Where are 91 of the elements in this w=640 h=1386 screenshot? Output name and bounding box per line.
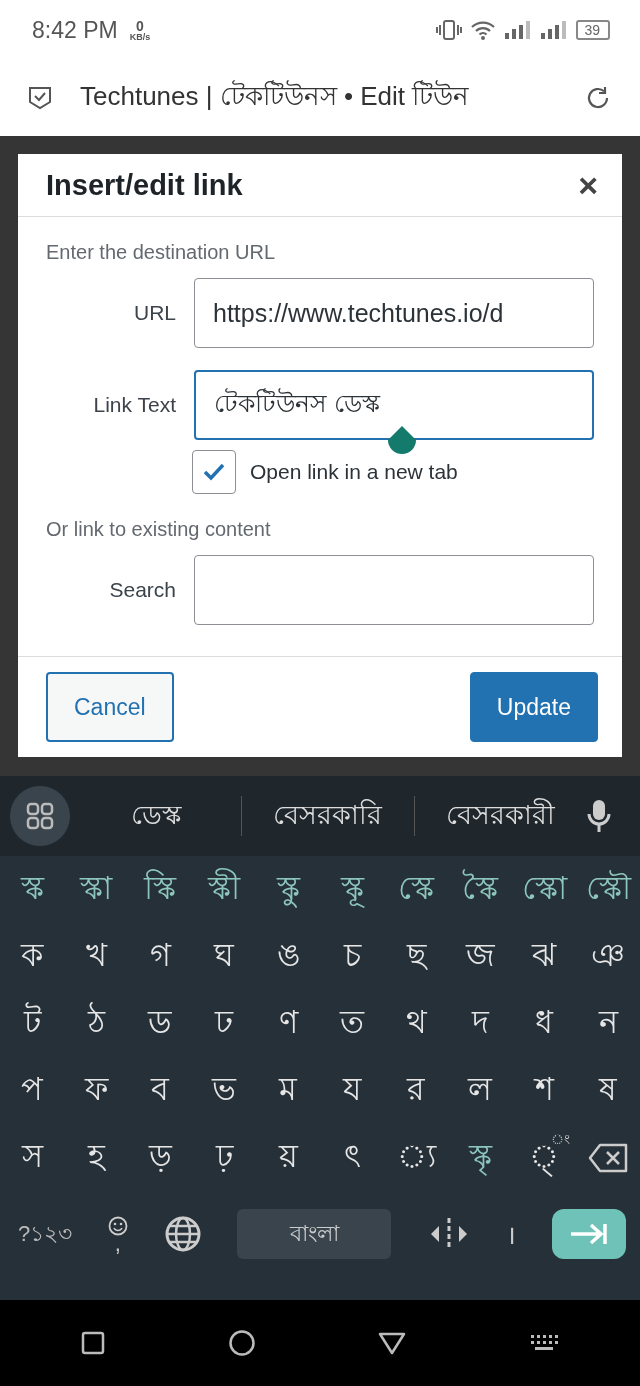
backspace-icon[interactable] xyxy=(588,1142,628,1173)
keyboard-key[interactable]: প xyxy=(21,1063,43,1118)
keyboard-key[interactable]: ন xyxy=(598,996,618,1051)
dialog-title: Insert/edit link xyxy=(46,168,243,202)
page-title: Techtunes | টেকটিউনস • Edit টিউন xyxy=(80,79,470,113)
signal-icon xyxy=(540,19,569,41)
update-button[interactable]: Update xyxy=(469,672,598,742)
keyboard-key[interactable]: ঢ xyxy=(215,996,233,1051)
keyboard-key[interactable]: দ xyxy=(471,996,489,1051)
keyboard-key[interactable]: স্কী xyxy=(208,862,240,917)
input-field[interactable]: https://www.techtunes.io/d xyxy=(194,278,594,348)
keyboard-key[interactable]: ট xyxy=(23,996,41,1051)
space-key[interactable]: বাংলা xyxy=(237,1209,392,1259)
keyboard-key[interactable]: ণ xyxy=(278,996,298,1051)
checkbox[interactable] xyxy=(192,450,236,494)
field-label: Search xyxy=(108,578,176,602)
next-button[interactable] xyxy=(552,1209,626,1259)
network-speed-unit: KB/s xyxy=(129,32,151,42)
keyboard-key[interactable]: য xyxy=(343,1063,361,1118)
symbols-key[interactable]: ?১২৩ xyxy=(18,1215,73,1253)
keyboard-key[interactable]: স্কি xyxy=(144,862,176,917)
status-time: 8:42 PM xyxy=(32,16,118,44)
keyboard-key[interactable]: স xyxy=(21,1130,43,1185)
input-field[interactable]: টেকটিউনস ডেস্ক xyxy=(194,370,594,440)
keyboard-key[interactable]: ব xyxy=(151,1063,169,1118)
suggestion[interactable]: বেসরকারী xyxy=(414,793,586,839)
keyboard-key[interactable]: ঝ xyxy=(532,929,556,984)
comma-key[interactable]: , xyxy=(114,1236,121,1252)
grid-icon xyxy=(25,801,55,831)
keyboard-key[interactable]: স্কু xyxy=(276,862,300,917)
field-label: URL xyxy=(133,301,176,325)
battery-level: 39 xyxy=(576,20,610,40)
shield-icon xyxy=(28,85,52,111)
keyboard-key[interactable]: ◌্য xyxy=(396,1130,436,1185)
keyboard-key[interactable]: জ xyxy=(465,929,495,984)
keyboard-key[interactable]: থ xyxy=(405,996,427,1051)
keyboard-key[interactable]: স্কে xyxy=(398,862,434,917)
checkbox-label: Open link in a new tab xyxy=(250,460,458,484)
keyboard-key[interactable]: খ xyxy=(85,929,107,984)
emoji-icon[interactable] xyxy=(107,1216,128,1236)
keyboard-key[interactable]: ড় xyxy=(148,1130,172,1185)
network-speed: 0 xyxy=(136,18,144,33)
microphone-icon[interactable] xyxy=(586,798,612,834)
back-icon[interactable] xyxy=(378,1331,407,1355)
keyboard-key[interactable]: ৎ xyxy=(343,1130,361,1185)
keyboard-key[interactable]: ল xyxy=(468,1063,492,1118)
keyboard-key[interactable]: ফ xyxy=(84,1063,108,1118)
keyboard-key[interactable]: ঘ xyxy=(214,929,234,984)
keyboard-key[interactable]: চ xyxy=(343,929,361,984)
field-label: Link Text xyxy=(92,393,176,417)
keyboard-key[interactable]: ধ xyxy=(535,996,553,1051)
wifi-icon xyxy=(470,19,497,41)
signal-icon xyxy=(504,19,533,41)
keyboard-key[interactable]: স্কূ xyxy=(340,862,364,917)
keyboard-key[interactable]: য় xyxy=(278,1130,298,1185)
search-field[interactable] xyxy=(194,555,594,625)
suggestion[interactable]: বেসরকারি xyxy=(242,793,414,839)
keyboard-key[interactable]: গ xyxy=(149,929,171,984)
keyboard-icon[interactable] xyxy=(528,1333,559,1353)
key-hint: ◌ং xyxy=(551,1130,570,1147)
cancel-button[interactable]: Cancel xyxy=(46,672,174,742)
home-icon[interactable] xyxy=(227,1329,256,1357)
keyboard-key[interactable]: ভ xyxy=(212,1063,236,1118)
keyboard-key[interactable]: ছ xyxy=(406,929,426,984)
keyboard-key[interactable]: স্কো xyxy=(521,862,567,917)
keyboard-key[interactable]: শ xyxy=(534,1063,554,1118)
keyboard-key[interactable]: স্কৌ xyxy=(585,862,631,917)
suggestion[interactable]: ডেস্ক xyxy=(70,793,242,839)
keyboard-key[interactable]: ত xyxy=(340,996,364,1051)
keyboard-key[interactable]: স্কৈ xyxy=(462,862,498,917)
close-button[interactable]: × xyxy=(572,165,604,205)
keyboard-key[interactable]: স্কৃ xyxy=(468,1130,492,1185)
keyboard-key[interactable]: ঠ xyxy=(87,996,105,1051)
keyboard-key[interactable]: ষ xyxy=(599,1063,617,1118)
keyboard-key[interactable]: ঙ xyxy=(276,929,300,984)
recents-icon[interactable] xyxy=(81,1331,106,1355)
keyboard-key[interactable]: স্কা xyxy=(80,862,112,917)
keyboard-key[interactable]: স্ক xyxy=(20,862,44,917)
danda-key[interactable]: । xyxy=(506,1216,517,1252)
section-label: Enter the destination URL xyxy=(46,241,277,264)
vibrate-icon xyxy=(436,19,463,41)
keyboard-key[interactable]: ক xyxy=(21,929,43,984)
section-label: Or link to existing content xyxy=(46,518,272,541)
keyboard-key[interactable]: ম xyxy=(279,1063,297,1118)
keyboard-key[interactable]: র xyxy=(407,1063,425,1118)
globe-icon[interactable] xyxy=(163,1215,202,1253)
keyboard-key[interactable]: ঢ় xyxy=(215,1130,233,1185)
keyboard-key[interactable]: ড xyxy=(148,996,172,1051)
tab-arrow-icon xyxy=(569,1222,609,1246)
keyboard-key[interactable]: হ xyxy=(87,1130,105,1185)
keyboard-key[interactable]: ঞ xyxy=(591,929,625,984)
